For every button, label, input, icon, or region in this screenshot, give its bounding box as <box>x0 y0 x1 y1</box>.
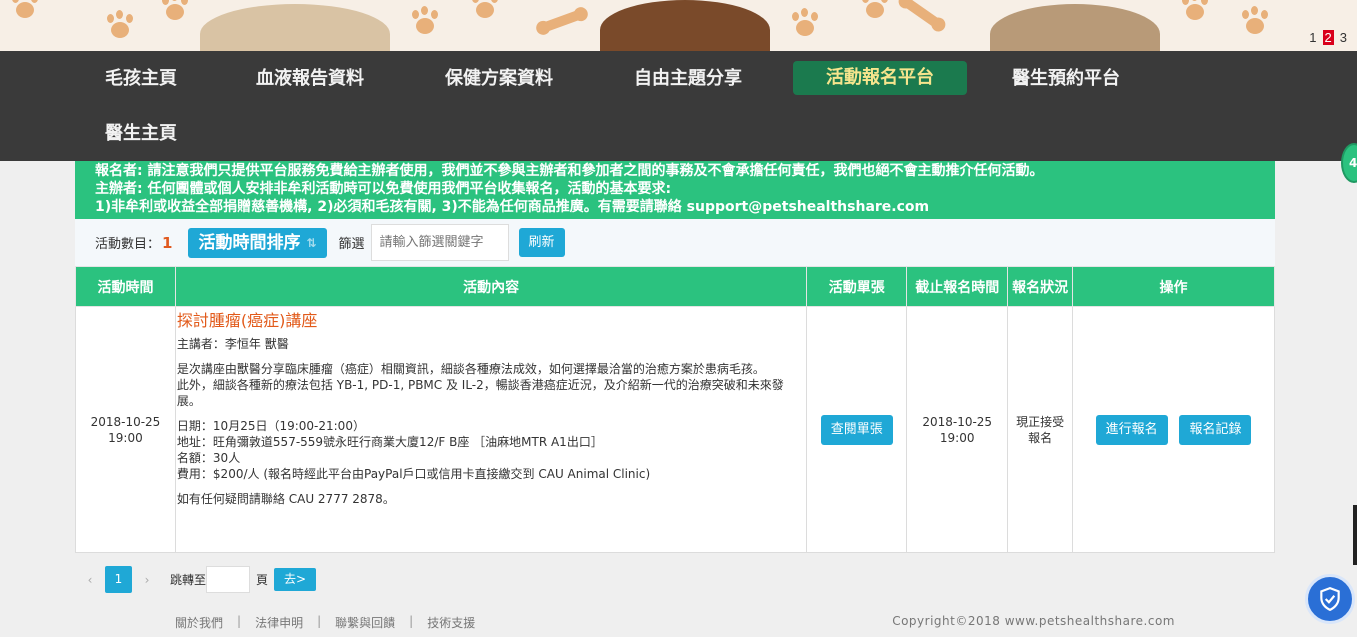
event-title[interactable]: 探討腫瘤(癌症)講座 <box>177 309 806 333</box>
bulldog-image <box>200 4 390 51</box>
col-header-status: 報名狀況 <box>1007 266 1074 307</box>
table-row: 2018-10-25 19:00 探討腫瘤(癌症)講座 主講者：李恒年 獸醫 是… <box>75 306 1275 553</box>
nav-event-registration[interactable]: 活動報名平台 <box>793 61 967 95</box>
footer-links: 關於我們 | 法律申明 | 聯繫與回饋 | 技術支援 <box>175 614 475 631</box>
notice-banner: 報名者: 請注意我們只提供平台服務免費給主辦者使用，我們並不參與主辦者和參加者之… <box>75 161 1275 219</box>
nav-pet-home[interactable]: 毛孩主頁 <box>93 62 189 96</box>
event-description-1: 是次講座由獸醫分享臨床腫瘤（癌症）相關資訊，細談各種療法成效，如何選擇最洽當的治… <box>176 362 765 376</box>
banner-page-3[interactable]: 3 <box>1338 30 1349 45</box>
event-date: 2018-10-25 <box>90 414 161 429</box>
nav-health-plan[interactable]: 保健方案資料 <box>433 62 565 96</box>
sort-by-time-button[interactable]: 活動時間排序 ⇅ <box>188 227 327 258</box>
beagle-image <box>600 0 770 51</box>
event-quota-line: 名額：30人 <box>176 451 241 465</box>
sort-button-label: 活動時間排序 <box>198 232 301 253</box>
goto-label: 跳轉至 <box>170 573 207 587</box>
footer-link-support[interactable]: 技術支援 <box>427 614 475 631</box>
register-button[interactable]: 進行報名 <box>1095 414 1168 445</box>
events-table: 活動時間 活動內容 活動單張 截止報名時間 報名狀況 操作 2018-10-25… <box>75 266 1275 553</box>
paw-print-icon <box>410 6 440 36</box>
event-toolbar: 活動數目： 1 活動時間排序 ⇅ 篩選 刷新 <box>75 219 1275 266</box>
pagination: ‹ 1 › 跳轉至 頁 去> <box>75 566 317 593</box>
event-description-2: 此外，細談各種新的療法包括 YB-1, PD-1, PBMC 及 IL-2，暢談… <box>176 378 784 408</box>
footer-link-contact[interactable]: 聯繫與回饋 <box>335 614 395 631</box>
event-time-cell: 2018-10-25 19:00 <box>75 306 176 553</box>
actions-cell: 進行報名 報名記錄 <box>1072 306 1275 553</box>
deadline-date: 2018-10-25 <box>922 414 993 429</box>
event-count-value: 1 <box>162 233 173 252</box>
sort-arrow-icon: ⇅ <box>306 235 317 250</box>
page-unit-label: 頁 <box>256 573 269 587</box>
footer-link-legal[interactable]: 法律申明 <box>255 614 303 631</box>
col-header-leaflet: 活動單張 <box>806 266 908 307</box>
footer: 關於我們 | 法律申明 | 聯繫與回饋 | 技術支援 Copyright©201… <box>0 598 1357 637</box>
paw-print-icon <box>790 8 820 38</box>
col-header-actions: 操作 <box>1072 266 1275 307</box>
main-nav: 毛孩主頁 血液報告資料 保健方案資料 自由主題分享 活動報名平台 醫生預約平台 … <box>0 51 1357 161</box>
bone-icon <box>901 0 943 30</box>
go-button[interactable]: 去> <box>274 568 317 591</box>
deadline-hour: 19:00 <box>939 430 975 445</box>
notice-line-organizer: 主辦者: 任何團體或個人安排非牟利活動時可以免費使用我們平台收集報名，活動的基本… <box>95 181 672 197</box>
paw-print-icon <box>1180 0 1210 22</box>
paw-print-icon <box>1240 6 1270 36</box>
event-date-line: 日期：10月25日（19:00-21:00） <box>176 419 365 433</box>
side-float-badge[interactable]: 4 <box>1341 143 1357 183</box>
deadline-cell: 2018-10-25 19:00 <box>906 306 1009 553</box>
banner-page-1[interactable]: 1 <box>1307 30 1318 45</box>
scrollbar-thumb[interactable] <box>1353 505 1357 565</box>
footer-separator: | <box>409 614 414 628</box>
header-banner: 1 2 3 <box>0 0 1357 51</box>
event-contact-line: 如有任何疑問請聯絡 CAU 2777 2878。 <box>176 492 395 506</box>
notice-line-requirements: 1)非牟利或收益全部捐贈慈善機構, 2)必須和毛孩有關, 3)不能為任何商品推廣… <box>95 199 930 215</box>
event-count-label: 活動數目： <box>95 237 161 252</box>
notice-line-registrant: 報名者: 請注意我們只提供平台服務免費給主辦者使用，我們並不參與主辦者和參加者之… <box>95 163 1044 179</box>
paw-print-icon <box>160 0 190 22</box>
footer-separator: | <box>237 614 242 628</box>
col-header-event-content: 活動內容 <box>174 266 808 307</box>
cat-image <box>990 4 1160 51</box>
status-cell: 現正接受 報名 <box>1007 306 1074 553</box>
footer-link-about[interactable]: 關於我們 <box>175 614 223 631</box>
registration-records-button[interactable]: 報名記錄 <box>1179 414 1252 445</box>
filter-input[interactable] <box>370 224 509 261</box>
banner-page-2[interactable]: 2 <box>1322 30 1334 45</box>
table-header-row: 活動時間 活動內容 活動單張 截止報名時間 報名狀況 操作 <box>75 266 1275 307</box>
leaflet-cell: 查閱單張 <box>806 306 908 553</box>
banner-pager: 1 2 3 <box>1307 30 1349 45</box>
security-shield-icon[interactable] <box>1305 574 1355 624</box>
prev-page-icon[interactable]: ‹ <box>75 573 105 587</box>
page-number-current[interactable]: 1 <box>105 566 132 593</box>
paw-print-icon <box>105 10 135 40</box>
event-hour: 19:00 <box>108 430 143 445</box>
event-content-cell: 探討腫瘤(癌症)講座 主講者：李恒年 獸醫 是次講座由獸醫分享臨床腫瘤（癌症）相… <box>174 306 808 553</box>
refresh-button[interactable]: 刷新 <box>518 228 565 257</box>
paw-print-icon <box>10 0 40 20</box>
nav-free-topic[interactable]: 自由主題分享 <box>622 62 754 96</box>
bone-icon <box>539 8 585 34</box>
paw-print-icon <box>860 0 890 20</box>
next-page-icon[interactable]: › <box>132 573 162 587</box>
filter-label: 篩選 <box>338 237 365 252</box>
nav-doctor-home[interactable]: 醫生主頁 <box>93 117 189 151</box>
goto-page-input[interactable] <box>206 566 251 593</box>
nav-doctor-booking[interactable]: 醫生預約平台 <box>1000 62 1132 96</box>
paw-print-icon <box>470 0 500 20</box>
event-address-line: 地址：旺角彌敦道557-559號永旺行商業大廈12/F B座 ［油麻地MTR A… <box>176 435 603 449</box>
footer-separator: | <box>317 614 322 628</box>
col-header-event-time: 活動時間 <box>75 266 176 307</box>
status-text-line2: 報名 <box>1028 430 1053 445</box>
col-header-deadline: 截止報名時間 <box>906 266 1009 307</box>
view-leaflet-button[interactable]: 查閱單張 <box>820 414 893 445</box>
event-fee-line: 費用：$200/人 (報名時經此平台由PayPal戶口或信用卡直接繳交到 CAU… <box>176 467 651 481</box>
nav-blood-report[interactable]: 血液報告資料 <box>244 62 376 96</box>
shield-check-icon <box>1320 587 1340 612</box>
copyright-text: Copyright©2018 www.petshealthshare.com <box>892 614 1175 628</box>
status-text-line1: 現正接受 <box>1016 414 1065 429</box>
event-speaker: 主講者：李恒年 獸醫 <box>176 337 289 351</box>
